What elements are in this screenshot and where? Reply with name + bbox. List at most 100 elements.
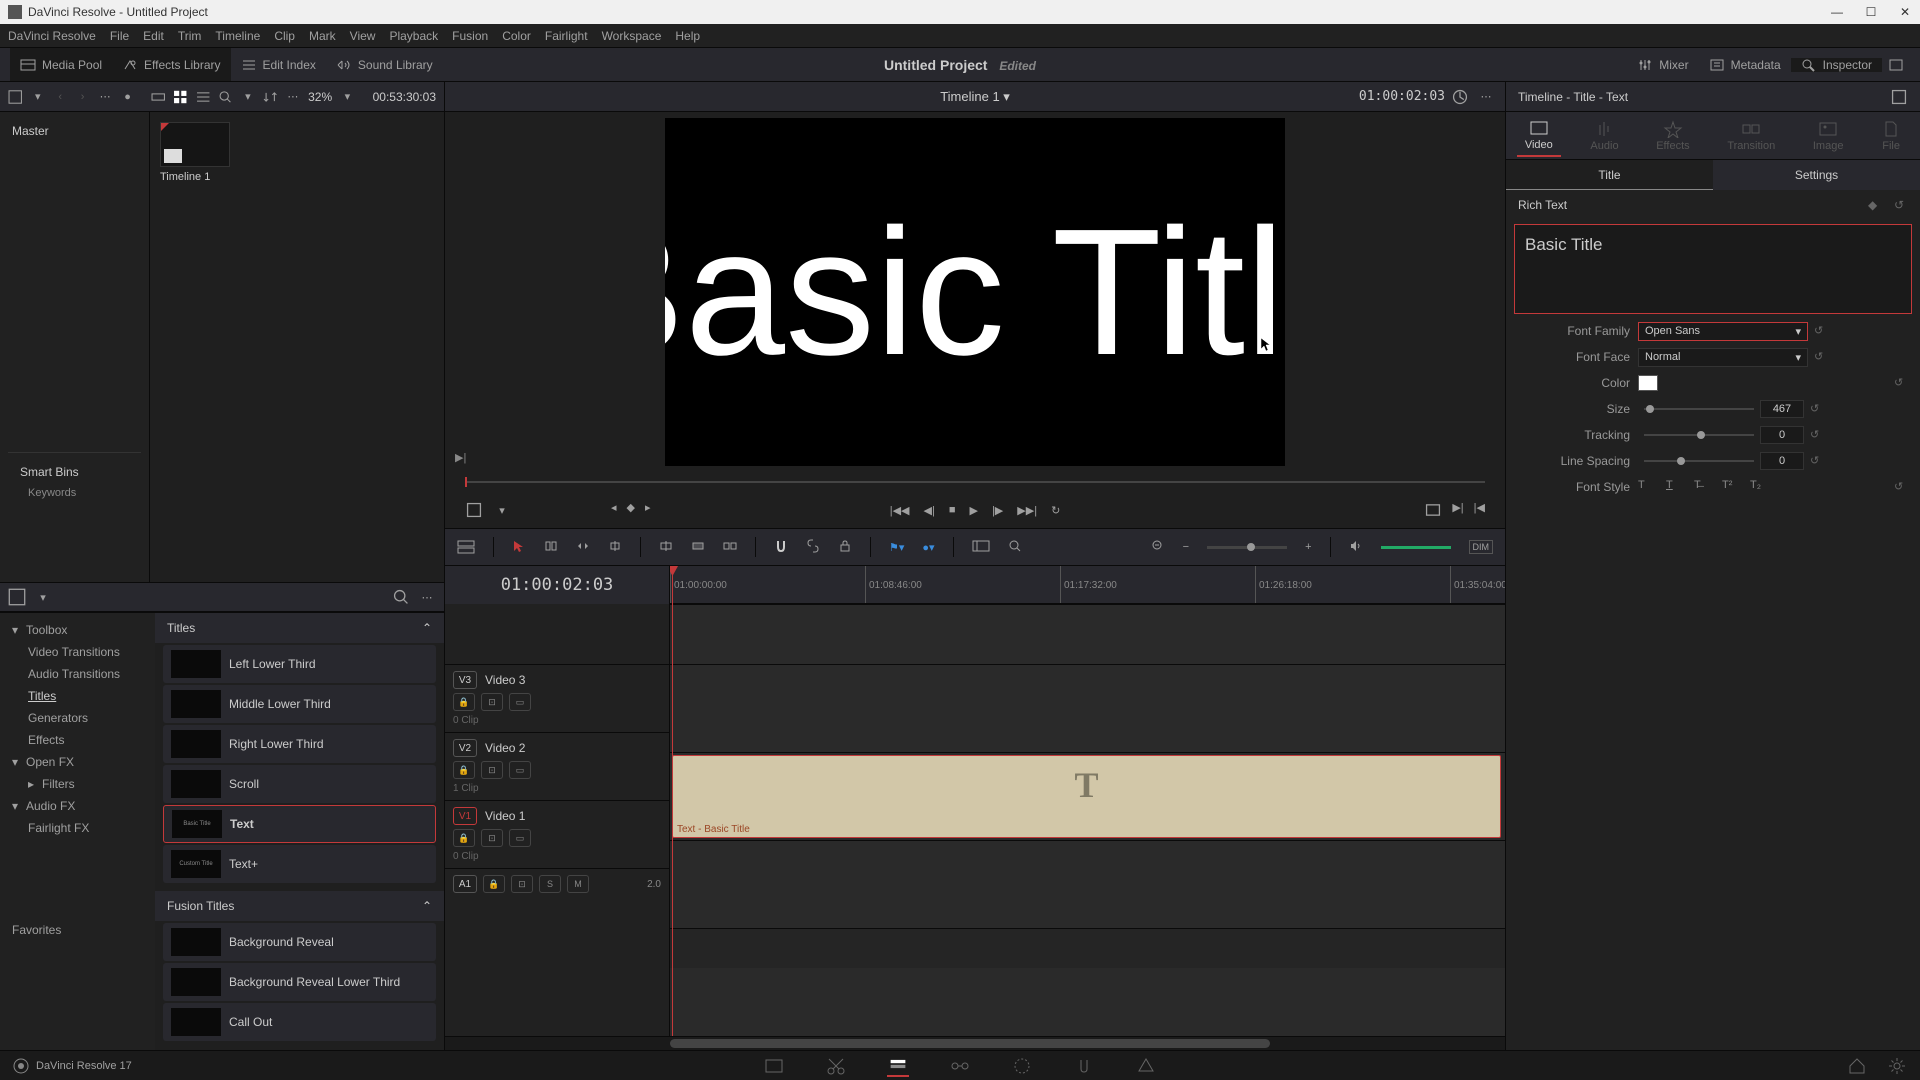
minimize-button[interactable]: — — [1830, 5, 1844, 19]
view-strip-icon[interactable] — [151, 88, 165, 106]
track-lane-v2[interactable]: T Text - Basic Title — [670, 752, 1505, 840]
line-spacing-slider[interactable] — [1644, 460, 1754, 462]
viewer-timeline-name[interactable]: Timeline 1 ▾ — [940, 89, 1010, 105]
line-spacing-value[interactable]: 0 — [1760, 452, 1804, 470]
flag-icon[interactable]: ⚑▾ — [889, 541, 904, 554]
go-start-icon[interactable]: |◀◀ — [890, 504, 910, 517]
text-input[interactable]: Basic Title — [1514, 224, 1912, 314]
bin-area[interactable]: Timeline 1 — [150, 112, 444, 582]
chevron-down-icon[interactable]: ▾ — [340, 88, 354, 106]
lock-icon[interactable] — [838, 539, 852, 556]
chevron-down-icon[interactable]: ▾ — [241, 88, 255, 106]
fusion-title-item[interactable]: Background Reveal Lower Third — [163, 963, 436, 1001]
loop-icon[interactable]: ↻ — [1051, 504, 1060, 517]
tree-audiofx[interactable]: ▾Audio FX — [4, 795, 151, 817]
track-label[interactable]: V3 — [453, 671, 477, 689]
timeline-scrollbar[interactable] — [445, 1036, 1505, 1050]
playhead[interactable] — [672, 566, 673, 1036]
keyframe-icon[interactable]: ◆ — [1868, 198, 1882, 212]
page-fusion-icon[interactable] — [949, 1055, 971, 1077]
overwrite-icon[interactable] — [691, 539, 705, 556]
menu-edit[interactable]: Edit — [143, 29, 164, 43]
reset-icon[interactable]: ↺ — [1894, 376, 1908, 390]
menu-trim[interactable]: Trim — [178, 29, 202, 43]
lock-icon[interactable]: 🔒 — [453, 761, 475, 779]
sort-icon[interactable] — [263, 88, 277, 106]
reset-icon[interactable]: ↺ — [1814, 324, 1828, 338]
record-icon[interactable]: ● — [120, 88, 134, 106]
menu-dots-icon[interactable]: ⋯ — [418, 588, 436, 606]
title-item[interactable]: Right Lower Third — [163, 725, 436, 763]
color-swatch[interactable] — [1638, 375, 1658, 391]
insp-tab-transition[interactable]: Transition — [1719, 116, 1783, 156]
track-lane-v3[interactable] — [670, 664, 1505, 752]
tree-fairlight[interactable]: Fairlight FX — [4, 817, 151, 839]
title-item[interactable]: Middle Lower Third — [163, 685, 436, 723]
skip-start-icon[interactable]: ▶| — [455, 451, 466, 464]
lock-icon[interactable]: 🔒 — [453, 829, 475, 847]
collapse-icon[interactable]: ⌃ — [422, 899, 432, 913]
tree-toolbox[interactable]: ▾Toolbox — [4, 619, 151, 641]
insp-subtab-settings[interactable]: Settings — [1713, 160, 1920, 190]
collapse-icon[interactable]: ⌃ — [422, 621, 432, 635]
fusion-title-item[interactable]: Background Reveal — [163, 923, 436, 961]
page-media-icon[interactable] — [763, 1055, 785, 1077]
title-item[interactable]: Scroll — [163, 765, 436, 803]
nav-back-icon[interactable]: ‹ — [53, 88, 67, 106]
close-button[interactable]: ✕ — [1898, 5, 1912, 19]
insert-icon[interactable] — [659, 539, 673, 556]
title-item-text[interactable]: Basic TitleText — [163, 805, 436, 843]
trim-tool-icon[interactable] — [544, 539, 558, 556]
chevron-down-icon[interactable]: ▾ — [30, 88, 44, 106]
zoom-minus-icon[interactable]: − — [1183, 541, 1189, 553]
tab-inspector[interactable]: Inspector — [1791, 58, 1882, 72]
snap-icon[interactable] — [774, 539, 788, 556]
tree-effects[interactable]: Effects — [4, 729, 151, 751]
titles-group-header[interactable]: Titles⌃ — [155, 613, 444, 643]
sync-icon[interactable] — [1451, 88, 1469, 106]
insp-tab-file[interactable]: File — [1873, 116, 1909, 156]
track-header-v1[interactable]: V1Video 1 🔒⊡▭ 0 Clip — [445, 800, 669, 868]
menu-davinci[interactable]: DaVinci Resolve — [8, 29, 96, 43]
track-lane-a1[interactable] — [670, 928, 1505, 968]
track-label[interactable]: V1 — [453, 807, 477, 825]
track-lanes[interactable]: 01:00:00:00 01:08:46:00 01:17:32:00 01:2… — [670, 566, 1505, 1036]
reset-icon[interactable]: ↺ — [1810, 402, 1824, 416]
settings-gear-icon[interactable] — [1886, 1055, 1908, 1077]
menu-color[interactable]: Color — [502, 29, 531, 43]
tree-audio-transitions[interactable]: Audio Transitions — [4, 663, 151, 685]
fusion-title-item[interactable]: Call Out — [163, 1003, 436, 1041]
reset-icon[interactable]: ↺ — [1810, 428, 1824, 442]
lock-icon[interactable]: 🔒 — [453, 693, 475, 711]
search-icon[interactable] — [218, 88, 232, 106]
track-label[interactable]: A1 — [453, 875, 477, 893]
lock-icon[interactable]: 🔒 — [483, 875, 505, 893]
size-slider[interactable] — [1644, 408, 1754, 410]
zoom-out-icon[interactable] — [1151, 539, 1165, 556]
subscript-button[interactable]: T₂ — [1750, 479, 1766, 495]
menu-workspace[interactable]: Workspace — [602, 29, 662, 43]
reset-icon[interactable]: ↺ — [1894, 480, 1908, 494]
menu-fairlight[interactable]: Fairlight — [545, 29, 588, 43]
superscript-button[interactable]: T² — [1722, 479, 1738, 495]
more-icon[interactable]: ⋯ — [98, 88, 112, 106]
keywords-bin[interactable]: Keywords — [16, 483, 133, 503]
timeline-ruler[interactable]: 01:00:00:00 01:08:46:00 01:17:32:00 01:2… — [670, 566, 1505, 604]
next-frame-icon[interactable]: |▶ — [992, 504, 1003, 517]
disable-icon[interactable]: ▭ — [509, 829, 531, 847]
selection-tool-icon[interactable] — [512, 539, 526, 556]
title-item[interactable]: Left Lower Third — [163, 645, 436, 683]
title-item[interactable]: Custom TitleText+ — [163, 845, 436, 883]
dim-button[interactable]: DIM — [1469, 540, 1494, 554]
tab-sound-library[interactable]: Sound Library — [326, 48, 443, 81]
smart-bins-header[interactable]: Smart Bins — [16, 461, 133, 483]
disable-icon[interactable]: ▭ — [509, 761, 531, 779]
solo-button[interactable]: S — [539, 875, 561, 893]
insp-tab-effects[interactable]: Effects — [1648, 116, 1697, 156]
bin-list-icon[interactable] — [8, 88, 22, 106]
tree-generators[interactable]: Generators — [4, 707, 151, 729]
zoom-icon[interactable] — [1008, 539, 1022, 556]
clip-text-title[interactable]: T Text - Basic Title — [672, 755, 1501, 838]
insp-subtab-title[interactable]: Title — [1506, 160, 1713, 190]
chevron-down-icon[interactable]: ▾ — [34, 588, 52, 606]
